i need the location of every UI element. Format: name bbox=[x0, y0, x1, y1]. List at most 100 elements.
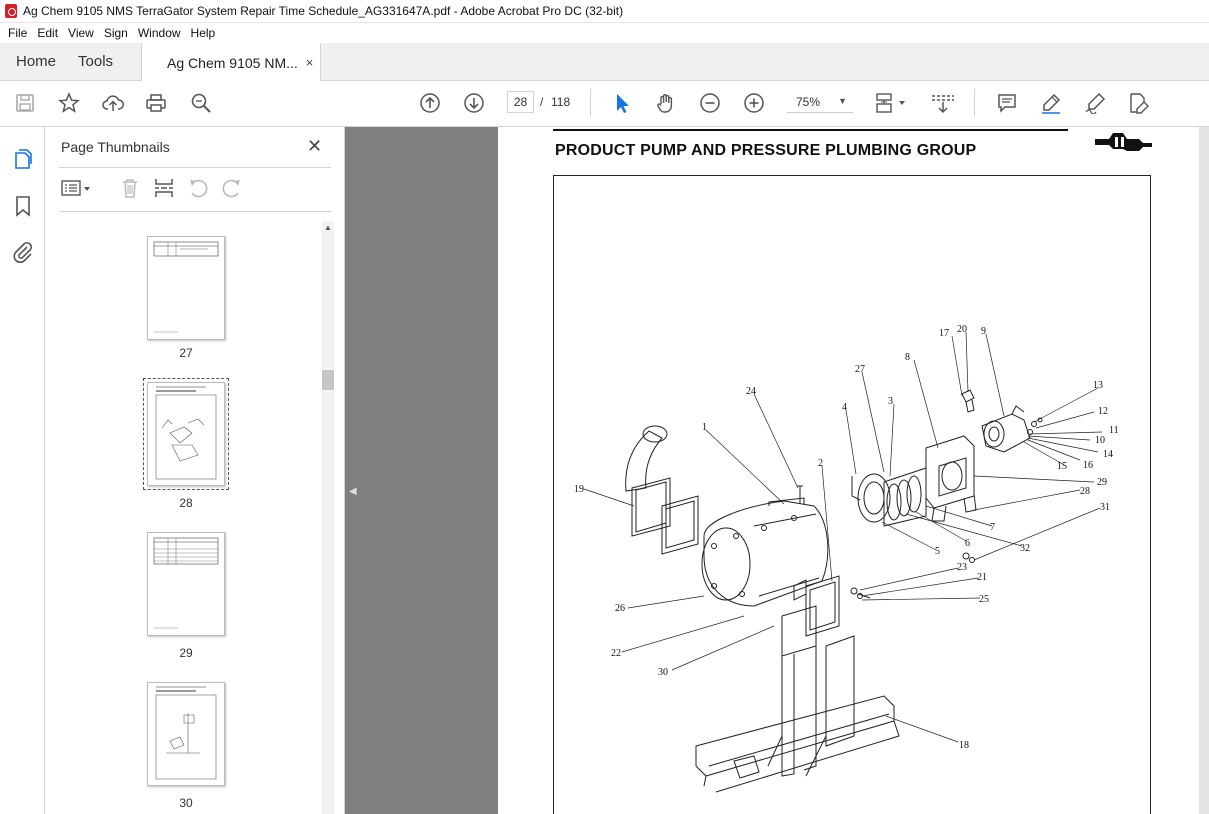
part-callout: 3 bbox=[888, 396, 893, 407]
edit-pdf-icon[interactable] bbox=[1126, 91, 1150, 115]
panel-divider bbox=[59, 167, 331, 168]
thumbnail-page[interactable] bbox=[147, 236, 225, 340]
acrobat-app-icon bbox=[5, 4, 17, 18]
publisher-logo-icon bbox=[1095, 133, 1152, 151]
chevron-down-icon: ▼ bbox=[838, 96, 847, 106]
part-callout: 7 bbox=[990, 522, 995, 533]
zoom-out-icon[interactable] bbox=[698, 91, 722, 115]
save-icon[interactable] bbox=[13, 91, 37, 115]
upload-icon[interactable] bbox=[101, 91, 125, 115]
part-callout: 5 bbox=[935, 546, 940, 557]
page-heading: PRODUCT PUMP AND PRESSURE PLUMBING GROUP bbox=[555, 142, 977, 159]
part-callout: 29 bbox=[1097, 477, 1107, 488]
title-bar: Ag Chem 9105 NMS TerraGator System Repai… bbox=[0, 0, 1209, 23]
toolbar-divider bbox=[590, 89, 591, 117]
select-cursor-icon[interactable] bbox=[610, 91, 634, 115]
part-callout: 25 bbox=[979, 594, 989, 605]
thumbnail-page[interactable] bbox=[147, 532, 225, 636]
page-up-icon[interactable] bbox=[418, 91, 442, 115]
page-thumbnails-icon[interactable] bbox=[11, 147, 35, 171]
part-callout: 22 bbox=[611, 648, 621, 659]
redo-icon[interactable] bbox=[221, 177, 245, 201]
page-layout-icon[interactable] bbox=[873, 91, 909, 115]
part-callout: 20 bbox=[957, 324, 967, 335]
part-callout: 28 bbox=[1080, 486, 1090, 497]
thumbnail-label: 28 bbox=[179, 496, 193, 510]
zoom-value: 75% bbox=[796, 94, 821, 109]
hand-icon[interactable] bbox=[654, 91, 678, 115]
extract-icon[interactable] bbox=[153, 177, 177, 201]
part-callout: 8 bbox=[905, 352, 910, 363]
star-icon[interactable] bbox=[57, 91, 81, 115]
menu-help[interactable]: Help bbox=[186, 26, 221, 40]
thumbnail-page[interactable] bbox=[147, 682, 225, 786]
part-callout: 1 bbox=[702, 422, 707, 433]
find-icon[interactable] bbox=[189, 91, 213, 115]
thumbnails-panel: Page Thumbnails ✕ 27 28 29 30 ▲ bbox=[45, 127, 345, 814]
page-number-input[interactable]: 28 bbox=[507, 91, 534, 113]
undo-icon[interactable] bbox=[187, 177, 211, 201]
page-separator: / bbox=[540, 95, 544, 109]
thumbnail-scrollbar-thumb[interactable] bbox=[322, 370, 334, 390]
part-callout: 10 bbox=[1095, 435, 1105, 446]
part-callout: 12 bbox=[1098, 406, 1108, 417]
part-callout: 19 bbox=[574, 484, 584, 495]
main-toolbar: 28 / 118 75% ▼ bbox=[0, 81, 1209, 127]
page-down-icon[interactable] bbox=[462, 91, 486, 115]
thumbnail-label: 27 bbox=[179, 346, 193, 360]
part-callout: 13 bbox=[1093, 380, 1103, 391]
part-callout: 4 bbox=[842, 402, 847, 413]
part-callout: 23 bbox=[957, 562, 967, 573]
delete-icon[interactable] bbox=[119, 177, 143, 201]
scroll-up-icon[interactable]: ▲ bbox=[322, 222, 334, 234]
options-icon[interactable] bbox=[60, 177, 94, 201]
highlight-icon[interactable] bbox=[1039, 91, 1063, 115]
part-callout: 2 bbox=[818, 458, 823, 469]
menu-view[interactable]: View bbox=[63, 26, 99, 40]
part-callout: 24 bbox=[746, 386, 756, 397]
thumbnail-list: 27 28 29 30 bbox=[59, 222, 321, 814]
thumbnail-label: 30 bbox=[179, 796, 193, 810]
part-callout: 16 bbox=[1083, 460, 1093, 471]
collapse-panel-icon[interactable]: ◀ bbox=[349, 486, 357, 497]
thumbnail-scrollbar[interactable] bbox=[322, 222, 334, 814]
part-callout: 27 bbox=[855, 364, 865, 375]
part-callout: 31 bbox=[1100, 502, 1110, 513]
tab-document[interactable]: Ag Chem 9105 NM... × bbox=[141, 43, 322, 82]
exploded-parts-diagram: 17 20 9 27 8 13 24 4 3 12 1 11 10 14 16 15 2 29 28 19 31 7 6 32… bbox=[553, 175, 1151, 814]
panel-title: Page Thumbnails bbox=[61, 139, 170, 155]
comment-icon[interactable] bbox=[995, 91, 1019, 115]
part-callout: 14 bbox=[1103, 449, 1113, 460]
close-panel-icon[interactable]: ✕ bbox=[307, 136, 322, 157]
zoom-in-icon[interactable] bbox=[742, 91, 766, 115]
pump-assembly-illustration: 17 20 9278132443121 111014161522928193176 32… bbox=[574, 324, 1119, 793]
print-icon[interactable] bbox=[144, 91, 168, 115]
zoom-level-dropdown[interactable]: 75% ▼ bbox=[787, 91, 853, 113]
toolbar-divider bbox=[974, 89, 975, 117]
menu-sign[interactable]: Sign bbox=[99, 26, 133, 40]
thumbnail-label: 29 bbox=[179, 646, 193, 660]
part-callout: 9 bbox=[981, 326, 986, 337]
part-callout: 18 bbox=[959, 740, 969, 751]
attachment-icon[interactable] bbox=[11, 240, 35, 264]
menu-window[interactable]: Window bbox=[133, 26, 186, 40]
thumbnail-page-current[interactable] bbox=[143, 378, 229, 490]
menu-edit[interactable]: Edit bbox=[32, 26, 63, 40]
close-tab-icon[interactable]: × bbox=[306, 55, 314, 70]
part-callout: 17 bbox=[939, 328, 949, 339]
document-scrollbar[interactable] bbox=[1199, 127, 1209, 814]
scroll-mode-icon[interactable] bbox=[929, 91, 957, 115]
sign-icon[interactable] bbox=[1083, 91, 1107, 115]
bookmark-icon[interactable] bbox=[11, 194, 35, 218]
panel-divider bbox=[59, 211, 331, 212]
tab-tools[interactable]: Tools bbox=[70, 43, 121, 80]
part-callout: 21 bbox=[977, 572, 987, 583]
tab-bar: Home Tools Ag Chem 9105 NM... × bbox=[0, 43, 1209, 82]
part-callout: 11 bbox=[1109, 425, 1119, 436]
header-rule bbox=[553, 129, 1068, 131]
part-callout: 32 bbox=[1020, 543, 1030, 554]
tab-home[interactable]: Home bbox=[0, 43, 70, 80]
part-callout: 26 bbox=[615, 603, 625, 614]
menu-file[interactable]: File bbox=[3, 26, 32, 40]
total-pages: 118 bbox=[551, 95, 571, 109]
